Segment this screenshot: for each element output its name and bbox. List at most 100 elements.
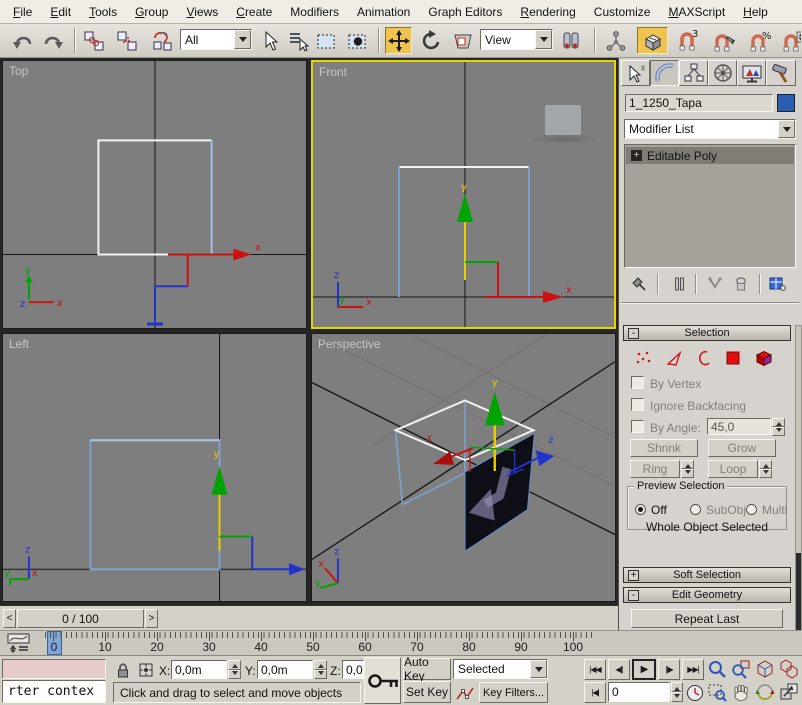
selection-set-dropdown[interactable]: Selected: [453, 659, 548, 679]
subobject-polygon-button[interactable]: [721, 346, 747, 370]
menu-animation[interactable]: Animation: [348, 1, 419, 23]
time-slider-button[interactable]: 0 / 100: [17, 609, 144, 628]
time-configuration-button[interactable]: [685, 682, 705, 703]
use-pivot-point-center-button[interactable]: [557, 27, 584, 54]
next-frame-button[interactable]: ||▶: [658, 659, 680, 680]
menu-maxscript[interactable]: MAXScript: [659, 1, 734, 23]
by-vertex-checkbox[interactable]: [631, 376, 644, 389]
menu-views[interactable]: Views: [177, 1, 227, 23]
menu-create[interactable]: Create: [227, 1, 281, 23]
viewport-left[interactable]: Left y z: [2, 333, 307, 602]
menu-rendering[interactable]: Rendering: [511, 1, 584, 23]
maxscript-listener-pane[interactable]: rter contex: [2, 680, 106, 703]
rollout-collapse-icon[interactable]: -: [628, 590, 639, 601]
maximize-viewport-toggle-button[interactable]: [778, 681, 800, 703]
next-frame-arrow-button[interactable]: >: [145, 609, 158, 628]
select-and-link-button[interactable]: [80, 27, 107, 54]
go-to-end-button[interactable]: ▶▶|: [682, 659, 704, 680]
go-to-start-button[interactable]: |◀◀: [584, 659, 606, 680]
menu-group[interactable]: Group: [126, 1, 177, 23]
unlink-selection-button[interactable]: [113, 27, 140, 54]
spinner-snap-toggle-button[interactable]: [781, 27, 802, 54]
redo-button[interactable]: [40, 27, 67, 54]
dropdown-arrow-icon[interactable]: [535, 30, 552, 49]
modifier-stack-item-editable-poly[interactable]: + Editable Poly: [626, 147, 794, 164]
bind-to-space-warp-button[interactable]: [148, 27, 175, 54]
undo-button[interactable]: [8, 27, 35, 54]
remove-modifier-icon[interactable]: [729, 273, 753, 295]
rectangular-selection-region-button[interactable]: [312, 27, 339, 54]
viewport-top-canvas[interactable]: x y x z: [3, 61, 306, 328]
tab-hierarchy[interactable]: [679, 60, 708, 86]
object-name-field[interactable]: 1_1250_Tapa: [625, 94, 773, 112]
tab-modify-active[interactable]: [650, 60, 679, 86]
subobject-border-button[interactable]: [691, 346, 717, 370]
configure-modifier-sets-icon[interactable]: [765, 273, 789, 295]
panel-scrollbar[interactable]: [795, 325, 802, 655]
show-end-result-icon[interactable]: [667, 273, 691, 295]
previous-frame-arrow-button[interactable]: <: [3, 609, 16, 628]
default-tangent-icon[interactable]: [453, 682, 476, 703]
reference-coordinate-system-dropdown[interactable]: View: [480, 29, 553, 50]
menu-tools[interactable]: Tools: [80, 1, 126, 23]
selection-lock-toggle[interactable]: [113, 659, 133, 680]
menu-customize[interactable]: Customize: [585, 1, 660, 23]
modifier-list-dropdown[interactable]: Modifier List: [624, 119, 796, 139]
dropdown-arrow-icon[interactable]: [778, 120, 795, 138]
by-angle-spinner[interactable]: [772, 418, 785, 435]
y-coordinate-field[interactable]: 0,0m: [257, 660, 313, 679]
make-unique-icon[interactable]: [703, 273, 727, 295]
x-coordinate-field[interactable]: 0,0m: [171, 660, 227, 679]
stack-expand-icon[interactable]: +: [631, 150, 642, 161]
move-gizmo-front[interactable]: y x: [457, 182, 572, 303]
by-angle-checkbox[interactable]: [631, 420, 644, 433]
menu-graph-editors[interactable]: Graph Editors: [419, 1, 511, 23]
current-frame-field[interactable]: 0: [608, 682, 670, 702]
y-coordinate-spinner[interactable]: [314, 660, 327, 679]
snaps-toggle-button[interactable]: [637, 27, 668, 54]
subobject-edge-button[interactable]: [661, 346, 687, 370]
viewport-perspective[interactable]: Perspective: [311, 333, 616, 602]
zoom-extents-button[interactable]: [754, 658, 776, 680]
preview-off-radio[interactable]: [635, 504, 646, 515]
key-mode-toggle-button[interactable]: |◀|: [584, 682, 606, 703]
set-key-button[interactable]: Set Key: [403, 681, 451, 703]
viewport-front-active[interactable]: Front y x: [311, 60, 616, 329]
rollout-selection-header[interactable]: - Selection: [623, 325, 791, 341]
select-and-rotate-button[interactable]: [417, 27, 444, 54]
selected-object-wireframe-left[interactable]: [90, 440, 219, 569]
ring-spinner[interactable]: [681, 460, 694, 478]
rollout-edit-geometry-header[interactable]: - Edit Geometry: [623, 587, 791, 603]
object-color-swatch[interactable]: [777, 94, 795, 112]
loop-spinner[interactable]: [759, 460, 772, 478]
zoom-extents-all-button[interactable]: [778, 658, 800, 680]
zoom-region-button[interactable]: [706, 681, 728, 703]
shrink-button[interactable]: Shrink: [630, 439, 698, 457]
menu-file[interactable]: File: [4, 1, 41, 23]
zoom-button[interactable]: [706, 658, 728, 680]
subobject-vertex-button[interactable]: [631, 346, 657, 370]
pan-button[interactable]: [730, 681, 752, 703]
arc-rotate-button[interactable]: [754, 681, 776, 703]
viewport-perspective-label[interactable]: Perspective: [318, 337, 381, 351]
preview-multi-radio[interactable]: [746, 504, 757, 515]
select-and-move-button[interactable]: [385, 27, 412, 54]
menu-help[interactable]: Help: [734, 1, 777, 23]
viewport-left-label[interactable]: Left: [9, 337, 29, 351]
ignore-backfacing-checkbox[interactable]: [631, 398, 644, 411]
play-button[interactable]: ▶: [632, 659, 656, 680]
maxscript-macro-recorder-pane[interactable]: [2, 659, 106, 679]
angle-snap-toggle-button[interactable]: [710, 27, 737, 54]
z-coordinate-field[interactable]: 0,0m: [342, 660, 364, 679]
viewport-front-canvas[interactable]: y x z y x: [313, 62, 614, 327]
dropdown-arrow-icon[interactable]: [530, 660, 547, 678]
key-filters-button[interactable]: Key Filters...: [479, 682, 548, 703]
rollout-expand-icon[interactable]: +: [628, 570, 639, 581]
window-crossing-toggle-button[interactable]: [343, 27, 370, 54]
menu-modifiers[interactable]: Modifiers: [281, 1, 348, 23]
rollout-collapse-icon[interactable]: -: [628, 328, 639, 339]
ring-button[interactable]: Ring: [630, 460, 680, 478]
pin-stack-icon[interactable]: [627, 273, 651, 295]
x-coordinate-spinner[interactable]: [228, 660, 241, 679]
tab-create[interactable]: [621, 60, 650, 86]
